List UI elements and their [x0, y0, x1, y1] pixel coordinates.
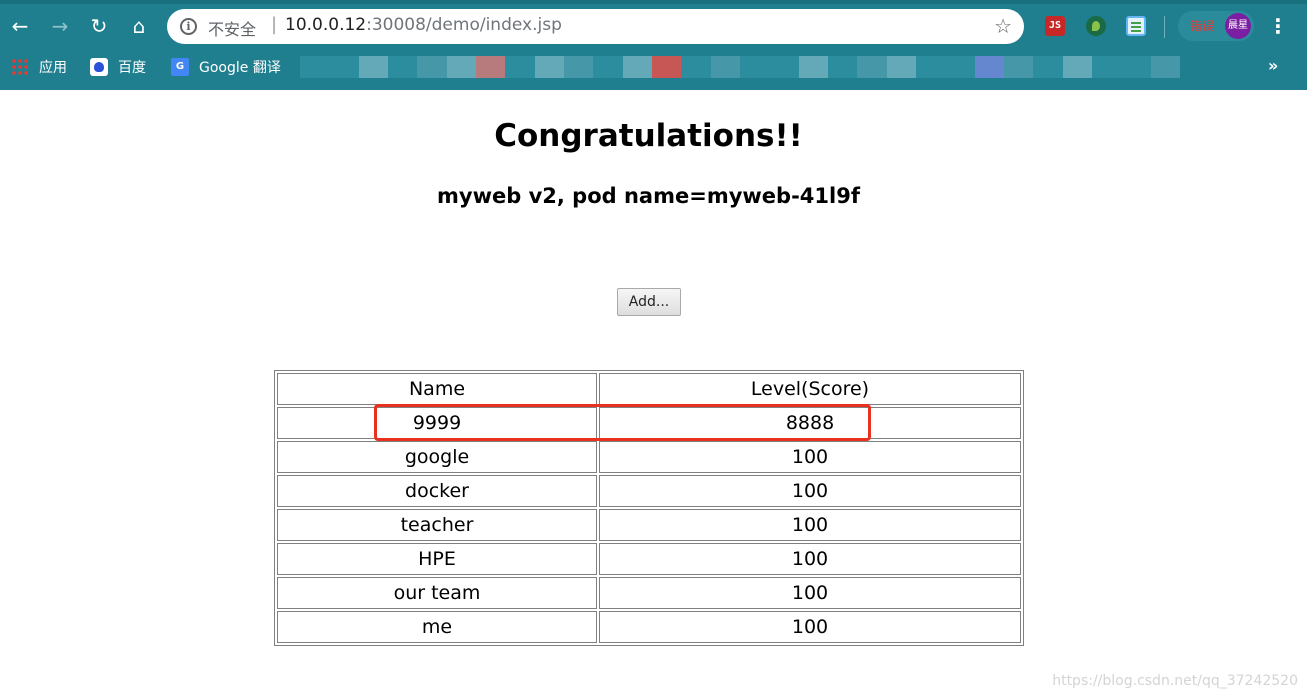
bookmarks-overflow-icon[interactable]: »: [1268, 56, 1278, 75]
cell-score: 100: [599, 441, 1021, 473]
profile-status: 错误: [1190, 19, 1215, 33]
cell-score: 100: [599, 475, 1021, 507]
cell-score: 100: [599, 577, 1021, 609]
bookmark-apps[interactable]: 应用: [11, 56, 67, 78]
blurred-bookmarks: [300, 56, 1180, 78]
page-subtitle: myweb v2, pod name=myweb-41l9f: [437, 184, 860, 208]
avatar: 晨星: [1225, 13, 1251, 39]
url-path: :30008/demo/index.jsp: [366, 15, 562, 35]
cell-score: 100: [599, 543, 1021, 575]
bookmark-label: 应用: [39, 60, 67, 76]
column-header-name: Name: [277, 373, 597, 405]
baidu-paw-icon: [90, 58, 108, 76]
cell-name: teacher: [277, 509, 597, 541]
url-host: 10.0.0.12: [285, 15, 367, 35]
cell-score: 8888: [599, 407, 1021, 439]
bookmarks-bar: 应用 百度 G Google 翻译 »: [0, 52, 1307, 82]
leaf-extension-icon[interactable]: [1086, 16, 1106, 36]
security-label: 不安全: [208, 20, 257, 39]
table-row: google 100: [277, 441, 1021, 473]
bookmark-label: 百度: [118, 60, 146, 76]
bookmark-label: Google 翻译: [199, 60, 281, 76]
address-bar[interactable]: i 不安全 | 10.0.0.12:30008/demo/index.jsp ☆: [167, 9, 1024, 44]
google-translate-icon: G: [171, 58, 189, 76]
bookmark-baidu[interactable]: 百度: [90, 56, 146, 78]
cell-name: HPE: [277, 543, 597, 575]
info-icon[interactable]: i: [180, 18, 197, 35]
toolbar-divider: [1164, 16, 1165, 38]
watermark: https://blog.csdn.net/qq_37242520: [1052, 673, 1298, 689]
table-row: me 100: [277, 611, 1021, 643]
reload-icon[interactable]: ↻: [85, 12, 113, 40]
score-table: Name Level(Score) 9999 8888 google 100 d…: [274, 370, 1024, 646]
cell-name: our team: [277, 577, 597, 609]
column-header-score: Level(Score): [599, 373, 1021, 405]
cell-name: google: [277, 441, 597, 473]
table-row: docker 100: [277, 475, 1021, 507]
table-row: our team 100: [277, 577, 1021, 609]
cell-name: 9999: [277, 407, 597, 439]
url-text[interactable]: 10.0.0.12:30008/demo/index.jsp: [285, 15, 562, 35]
table-row: teacher 100: [277, 509, 1021, 541]
browser-chrome: ← → ↻ ⌂ i 不安全 | 10.0.0.12:30008/demo/ind…: [0, 0, 1307, 90]
js-extension-icon[interactable]: JS: [1045, 16, 1065, 36]
page-content: Congratulations!! myweb v2, pod name=myw…: [0, 90, 1307, 697]
profile-button[interactable]: 错误 晨星: [1178, 11, 1254, 41]
table-row: 9999 8888: [277, 407, 1021, 439]
cell-score: 100: [599, 611, 1021, 643]
table-row: HPE 100: [277, 543, 1021, 575]
bookmark-google-translate[interactable]: G Google 翻译: [171, 56, 281, 78]
kebab-menu-icon[interactable]: ⋮: [1268, 12, 1288, 40]
document-extension-icon[interactable]: [1126, 16, 1146, 36]
cell-name: me: [277, 611, 597, 643]
add-button[interactable]: Add...: [617, 288, 681, 316]
cell-score: 100: [599, 509, 1021, 541]
security-separator: |: [271, 14, 278, 35]
apps-grid-icon: [11, 58, 29, 76]
home-icon[interactable]: ⌂: [125, 12, 153, 40]
page-title: Congratulations!!: [494, 118, 803, 154]
back-arrow-icon[interactable]: ←: [6, 12, 34, 40]
table-header-row: Name Level(Score): [277, 373, 1021, 405]
forward-arrow-icon[interactable]: →: [46, 12, 74, 40]
bookmark-star-icon[interactable]: ☆: [994, 14, 1012, 38]
cell-name: docker: [277, 475, 597, 507]
